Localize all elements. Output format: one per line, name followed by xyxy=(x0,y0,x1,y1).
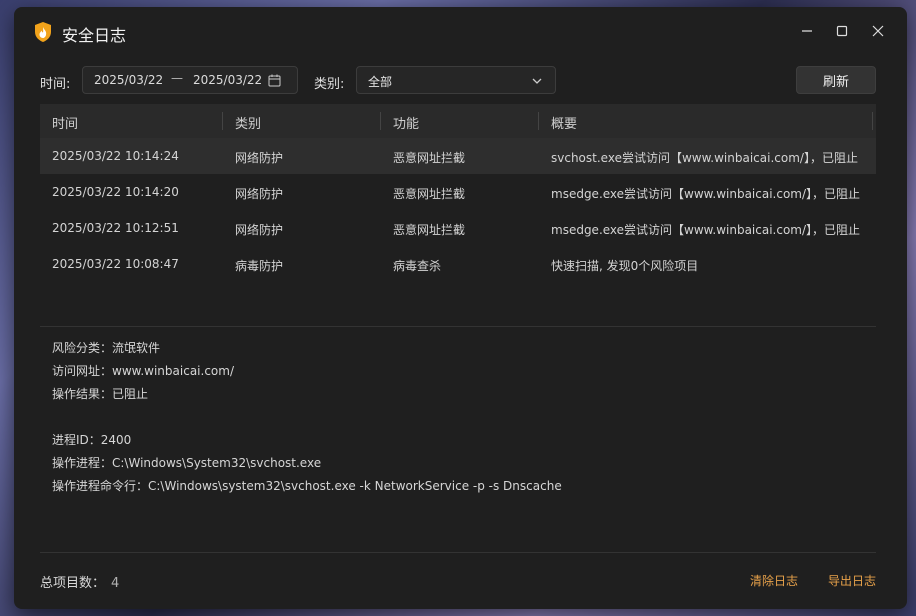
calendar-icon[interactable] xyxy=(268,74,281,87)
column-header-category[interactable]: 类别 xyxy=(235,113,261,132)
category-label: 类别: xyxy=(314,77,345,92)
row-function: 恶意网址拦截 xyxy=(393,187,466,201)
chevron-down-icon xyxy=(531,75,543,85)
table-header: 时间 类别 功能 概要 xyxy=(40,104,876,138)
refresh-button[interactable]: 刷新 xyxy=(796,66,876,94)
minimize-icon xyxy=(802,30,812,32)
start-date[interactable]: 2025/03/22 xyxy=(94,73,163,87)
row-summary: msedge.exe尝试访问【www.winbaicai.com/】，已阻止 xyxy=(551,223,861,237)
clear-log-link[interactable]: 清除日志 xyxy=(750,572,798,589)
detail-risk-type: 风险分类：流氓软件 xyxy=(52,341,161,355)
maximize-icon xyxy=(836,25,848,37)
date-range-picker[interactable]: 2025/03/22 — 2025/03/22 xyxy=(82,66,298,94)
column-divider[interactable] xyxy=(380,112,381,130)
row-function: 恶意网址拦截 xyxy=(393,151,466,165)
column-divider[interactable] xyxy=(222,112,223,130)
column-header-function[interactable]: 功能 xyxy=(393,113,419,132)
row-summary: 快速扫描, 发现0个风险项目 xyxy=(551,259,699,273)
detail-panel: 风险分类：流氓软件 访问网址：www.winbaicai.com/ 操作结果：已… xyxy=(52,340,562,501)
divider xyxy=(40,326,876,327)
row-category: 病毒防护 xyxy=(235,259,284,273)
detail-cmdline: 操作进程命令行：C:\Windows\system32\svchost.exe … xyxy=(52,479,562,493)
detail-pid: 进程ID：2400 xyxy=(52,433,132,447)
table-row[interactable]: 2025/03/22 10:12:51 网络防护 恶意网址拦截 msedge.e… xyxy=(40,210,876,246)
detail-result: 操作结果：已阻止 xyxy=(52,387,149,401)
row-function: 病毒查杀 xyxy=(393,259,442,273)
minimize-button[interactable] xyxy=(793,19,821,43)
title-bar[interactable]: 安全日志 xyxy=(14,7,907,57)
end-date[interactable]: 2025/03/22 xyxy=(193,73,262,87)
shield-flame-icon xyxy=(33,21,53,43)
security-log-window: 安全日志 时间: 2025/03/22 — 2025/03/22 类别: 全部 xyxy=(14,7,907,609)
detail-process: 操作进程：C:\Windows\System32\svchost.exe xyxy=(52,456,322,470)
row-time: 2025/03/22 10:14:24 xyxy=(52,149,179,163)
log-table: 时间 类别 功能 概要 2025/03/22 10:14:24 网络防护 恶意网… xyxy=(40,104,876,282)
export-log-link[interactable]: 导出日志 xyxy=(828,572,876,589)
column-divider[interactable] xyxy=(872,112,873,130)
row-category: 网络防护 xyxy=(235,223,284,237)
row-category: 网络防护 xyxy=(235,151,284,165)
column-header-summary[interactable]: 概要 xyxy=(551,113,577,132)
table-row[interactable]: 2025/03/22 10:14:24 网络防护 恶意网址拦截 svchost.… xyxy=(40,138,876,174)
window-title: 安全日志 xyxy=(62,26,127,45)
category-select[interactable]: 全部 xyxy=(356,66,556,94)
total-label: 总项目数： xyxy=(40,576,106,591)
table-row[interactable]: 2025/03/22 10:08:47 病毒防护 病毒查杀 快速扫描, 发现0个… xyxy=(40,246,876,282)
category-value: 全部 xyxy=(368,75,393,89)
date-separator: — xyxy=(171,71,183,85)
row-time: 2025/03/22 10:08:47 xyxy=(52,257,179,271)
total-count: 4 xyxy=(111,576,120,591)
divider xyxy=(40,552,876,553)
close-button[interactable] xyxy=(864,19,892,43)
close-icon xyxy=(872,25,884,37)
column-divider[interactable] xyxy=(538,112,539,130)
detail-url: 访问网址：www.winbaicai.com/ xyxy=(52,364,234,378)
row-function: 恶意网址拦截 xyxy=(393,223,466,237)
row-summary: svchost.exe尝试访问【www.winbaicai.com/】，已阻止 xyxy=(551,151,858,165)
row-time: 2025/03/22 10:14:20 xyxy=(52,185,179,199)
filter-bar: 时间: 2025/03/22 — 2025/03/22 类别: 全部 刷新 xyxy=(14,66,907,96)
row-category: 网络防护 xyxy=(235,187,284,201)
row-summary: msedge.exe尝试访问【www.winbaicai.com/】，已阻止 xyxy=(551,187,861,201)
footer-total: 总项目数： 4 xyxy=(40,572,119,591)
maximize-button[interactable] xyxy=(828,19,856,43)
row-time: 2025/03/22 10:12:51 xyxy=(52,221,179,235)
time-label: 时间: xyxy=(40,77,71,92)
table-row[interactable]: 2025/03/22 10:14:20 网络防护 恶意网址拦截 msedge.e… xyxy=(40,174,876,210)
column-header-time[interactable]: 时间 xyxy=(52,113,78,132)
